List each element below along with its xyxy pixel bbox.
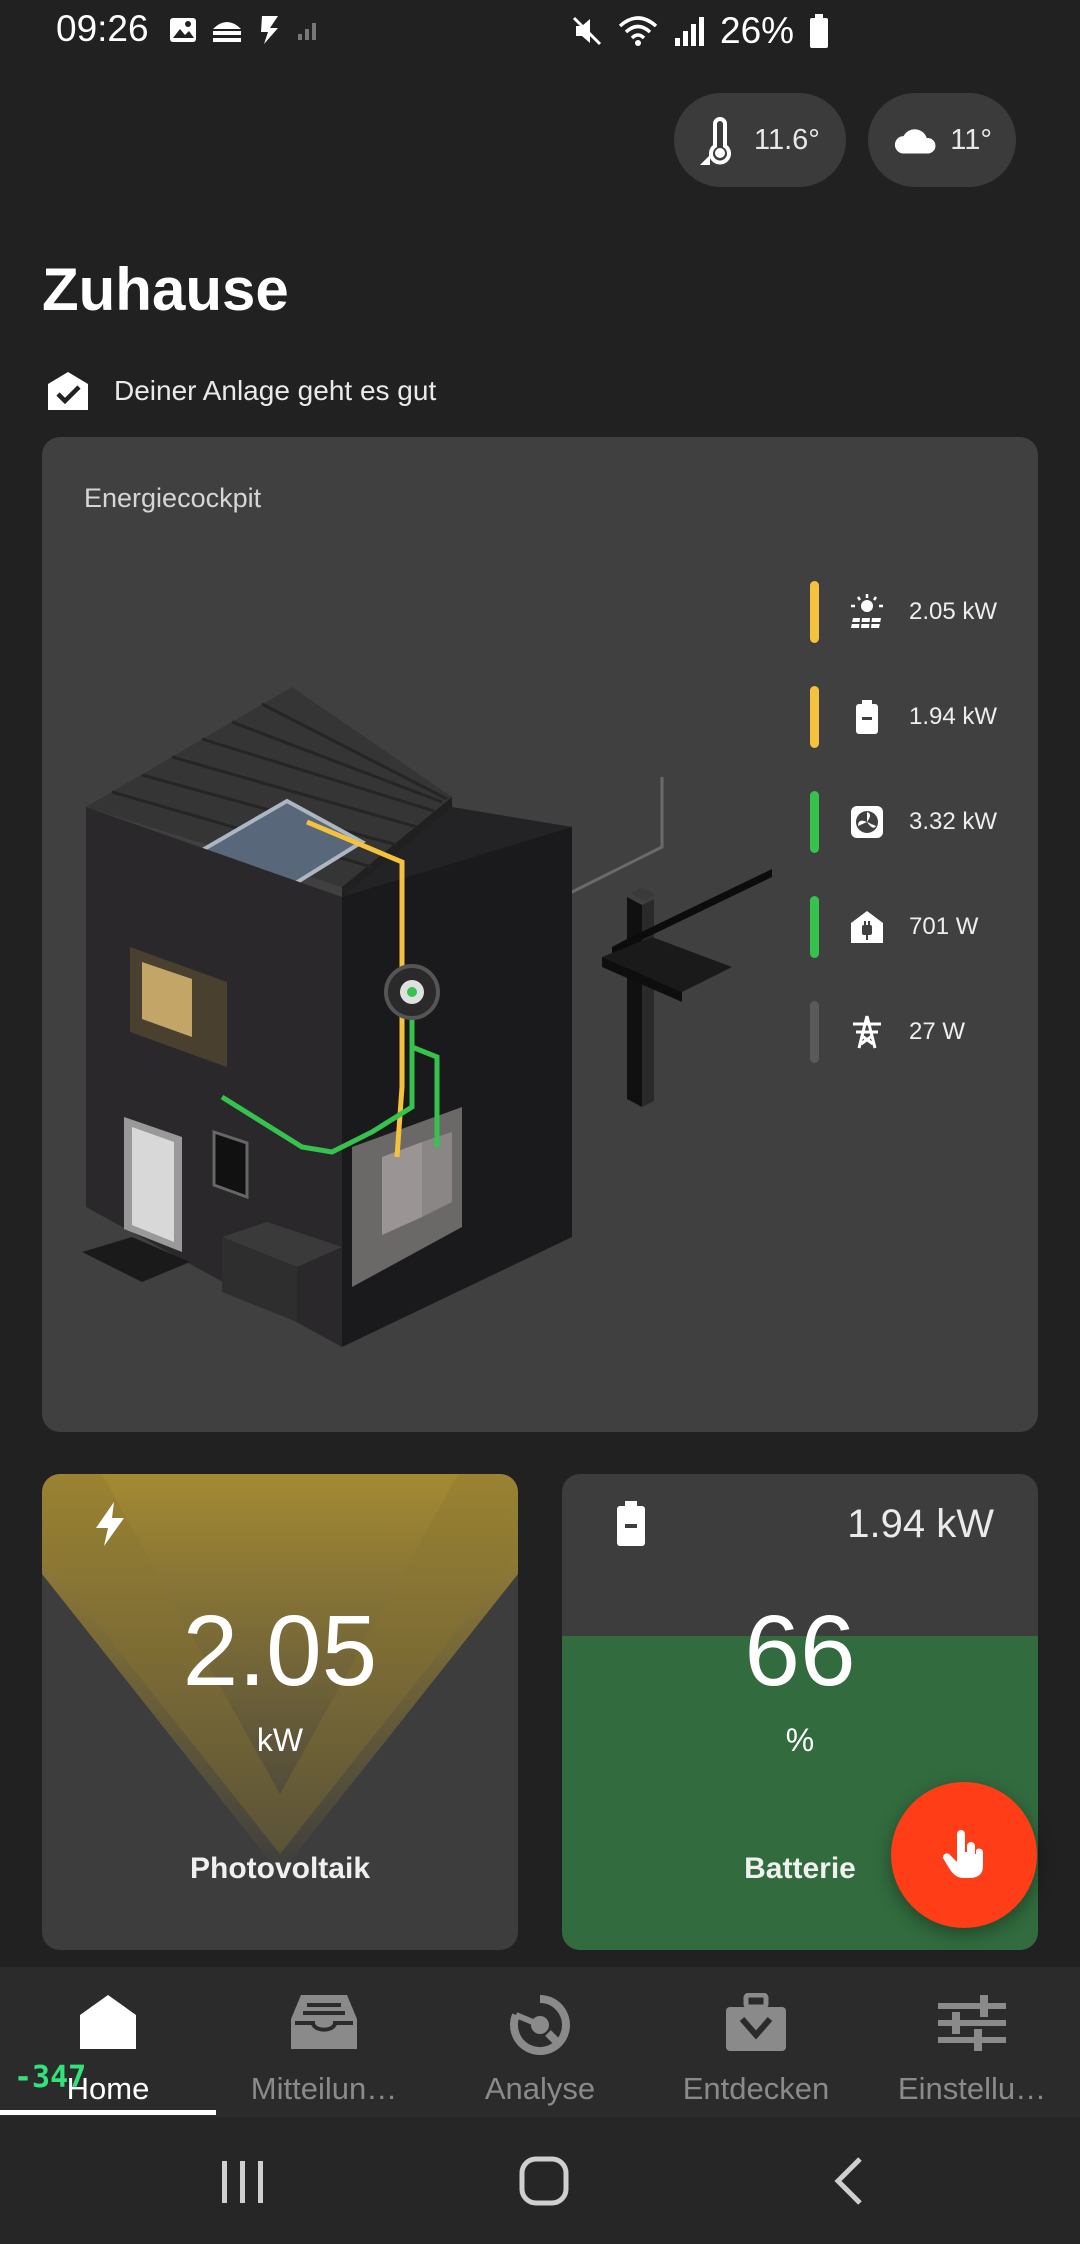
pv-label: Photovoltaik <box>189 1852 370 1885</box>
legend-bar-solar <box>810 580 819 643</box>
outdoor-weather-chip[interactable]: 11° <box>868 93 1016 187</box>
cloud-icon <box>894 129 936 154</box>
indoor-temperature-value: 11.6° <box>754 123 820 156</box>
recent-apps-icon[interactable] <box>218 2159 268 2205</box>
grid-pylon-icon <box>845 1010 889 1054</box>
lightning-icon <box>96 1502 124 1546</box>
app-s-icon <box>261 16 278 44</box>
image-icon <box>170 18 196 42</box>
status-icons-left <box>168 12 320 48</box>
status-bar: 09:26 26% <box>0 0 1080 60</box>
thermometer-icon <box>700 116 731 165</box>
hand-pointer-icon <box>942 1830 983 1878</box>
legend-bar-fan <box>810 790 819 853</box>
pv-value: 2.05 <box>182 1595 378 1707</box>
legend-bar-house <box>810 895 819 958</box>
nav-item-entdecken[interactable]: Entdecken <box>648 1967 864 2117</box>
battery-value: 66 <box>744 1595 856 1707</box>
house-plug-icon <box>845 905 889 949</box>
battery-percent: 26% <box>720 10 795 51</box>
power-pylon <box>602 869 772 1107</box>
system-navigation-bar <box>0 2117 1080 2244</box>
signal-icon <box>675 17 704 46</box>
hand-pointer-fab[interactable] <box>891 1782 1037 1928</box>
legend-row-battery[interactable]: 1.94 kW <box>810 664 1030 769</box>
inbox-icon <box>216 1993 432 2059</box>
analyse-icon <box>432 1993 648 2059</box>
energy-hub <box>384 964 440 1020</box>
legend-value-house: 701 W <box>909 912 979 940</box>
gallery-icon <box>213 22 241 42</box>
sliders-icon <box>864 1993 1080 2059</box>
nav-item-analyse[interactable]: Analyse <box>432 1967 648 2117</box>
system-status: Deiner Anlage geht es gut <box>46 370 436 412</box>
nav-label-analyse: Analyse <box>484 2071 596 2106</box>
battery-unit: % <box>785 1722 815 1758</box>
legend-row-solar[interactable]: 2.05 kW <box>810 559 1030 664</box>
debug-overlay: -347 <box>14 2060 87 2095</box>
page-title: Zuhause <box>42 256 289 323</box>
back-icon[interactable] <box>830 2155 870 2207</box>
bottom-navigation: Home Mitteilun… Analyse Entdecken Einste… <box>0 1967 1080 2117</box>
nav-label-mitteilungen: Mitteilun… <box>250 2071 398 2106</box>
energy-cockpit-card[interactable]: Energiecockpit 2.05 kW 1.94 kW 3.32 kW 7… <box>42 437 1038 1432</box>
battery-icon <box>617 1501 645 1546</box>
battery-power: 1.94 kW <box>847 1502 994 1546</box>
house-check-icon <box>48 372 88 410</box>
legend-value-grid: 27 W <box>909 1017 966 1045</box>
pv-unit: kW <box>256 1722 304 1758</box>
nav-label-entdecken: Entdecken <box>682 2071 830 2106</box>
legend-value-solar: 2.05 kW <box>909 597 998 625</box>
nav-active-indicator <box>0 2110 216 2115</box>
energy-legend: 2.05 kW 1.94 kW 3.32 kW 701 W 27 W <box>810 559 1030 1084</box>
legend-row-house[interactable]: 701 W <box>810 874 1030 979</box>
legend-bar-grid <box>810 1000 819 1063</box>
mute-icon <box>572 16 602 46</box>
indoor-temperature-chip[interactable]: 11.6° <box>674 93 846 187</box>
nav-label-einstellungen: Einstellu… <box>897 2071 1047 2106</box>
nav-item-mitteilungen[interactable]: Mitteilun… <box>216 1967 432 2117</box>
system-status-text: Deiner Anlage geht es gut <box>114 375 437 406</box>
outdoor-temperature-value: 11° <box>950 123 992 156</box>
legend-value-battery: 1.94 kW <box>909 702 998 730</box>
legend-value-fan: 3.32 kW <box>909 807 998 835</box>
energy-cockpit-title: Energiecockpit <box>84 483 262 513</box>
wifi-icon <box>618 16 658 46</box>
battery-icon <box>810 14 829 48</box>
legend-bar-battery <box>810 685 819 748</box>
status-time: 09:26 <box>56 8 149 49</box>
nav-item-einstellungen[interactable]: Einstellu… <box>864 1967 1080 2117</box>
status-icons-right: 26% <box>570 10 830 52</box>
briefcase-icon <box>648 1993 864 2059</box>
fan-icon <box>845 800 889 844</box>
legend-row-fan[interactable]: 3.32 kW <box>810 769 1030 874</box>
solar-icon <box>845 590 889 634</box>
home-button-icon[interactable] <box>518 2155 570 2207</box>
battery-icon <box>845 695 889 739</box>
signal-small-icon <box>298 23 316 40</box>
house-illustration <box>82 687 772 1347</box>
home-icon <box>0 1993 216 2059</box>
legend-row-grid[interactable]: 27 W <box>810 979 1030 1084</box>
photovoltaik-tile[interactable]: 2.05 kW Photovoltaik <box>42 1474 518 1950</box>
